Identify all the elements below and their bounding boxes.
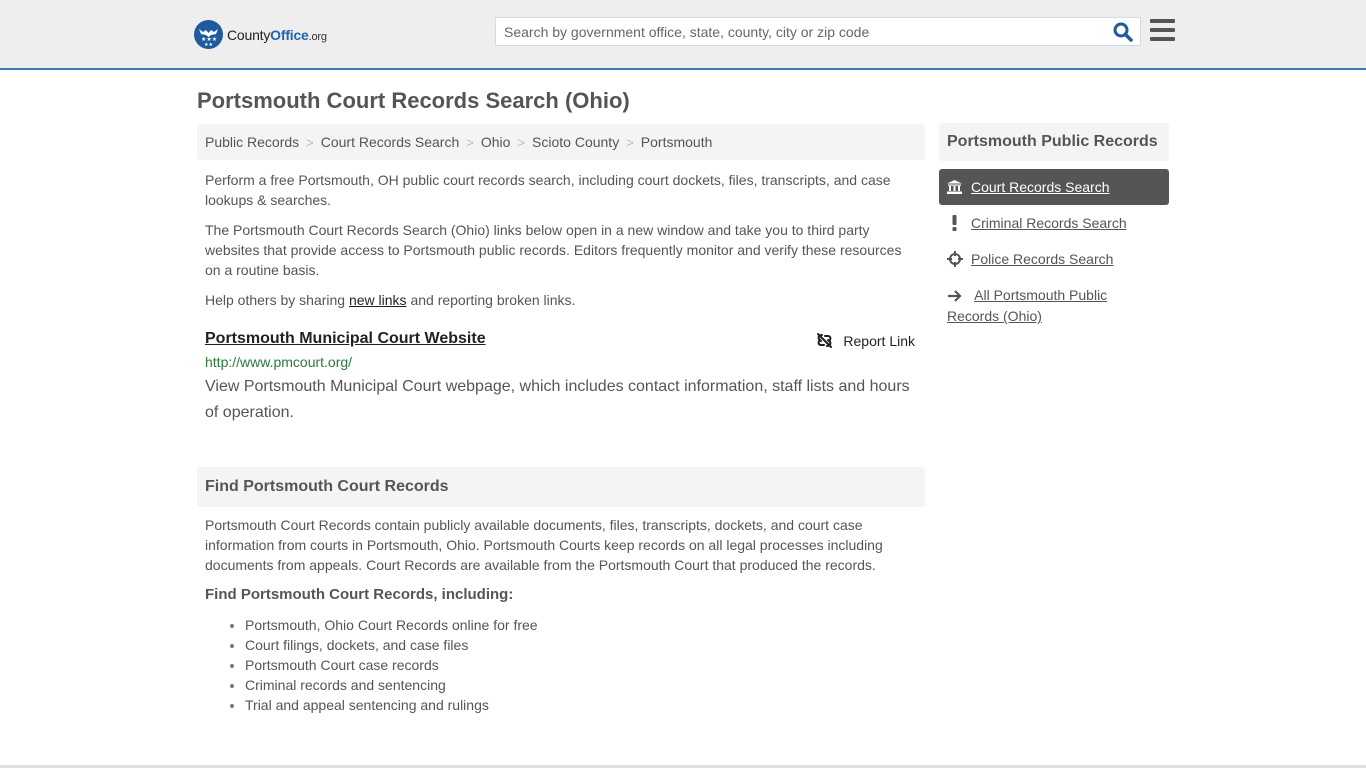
sidebar-heading: Portsmouth Public Records (939, 123, 1169, 161)
sidebar-item-label[interactable]: Court Records Search (971, 177, 1110, 197)
breadcrumb-separator: > (466, 134, 474, 150)
find-records-section: Portsmouth Court Records contain publicl… (205, 515, 915, 715)
breadcrumb-ohio[interactable]: Ohio (481, 134, 511, 150)
intro-paragraph-3: Help others by sharing new links and rep… (205, 292, 576, 308)
sidebar-item-label[interactable]: Criminal Records Search (971, 213, 1127, 233)
breadcrumb-separator: > (626, 134, 634, 150)
search-box (495, 17, 1141, 46)
breadcrumb-scioto-county[interactable]: Scioto County (532, 134, 619, 150)
sidebar-item-police-records[interactable]: Police Records Search (939, 241, 1169, 277)
find-records-list: Portsmouth, Ohio Court Records online fo… (245, 615, 915, 715)
find-records-subheading: Find Portsmouth Court Records, including… (205, 586, 514, 603)
list-item: Criminal records and sentencing (245, 675, 915, 695)
list-item: Court filings, dockets, and case files (245, 635, 915, 655)
arrow-right-icon (947, 286, 971, 306)
page-title: Portsmouth Court Records Search (Ohio) (197, 88, 630, 113)
eagle-stars-icon: ★★★ ★★ (194, 20, 223, 49)
search-input[interactable] (496, 18, 1106, 45)
crosshair-icon (947, 249, 971, 269)
sidebar-item-all-public-records[interactable]: All Portsmouth Public Records (Ohio) (939, 277, 1169, 334)
logo-text: CountyOffice.org (227, 26, 327, 43)
result-url: http://www.pmcourt.org/ (205, 354, 353, 370)
top-header: ★★★ ★★ CountyOffice.org (0, 0, 1366, 70)
result-item: Portsmouth Municipal Court Website Repor… (205, 330, 915, 426)
sidebar-item-court-records[interactable]: Court Records Search (939, 169, 1169, 205)
intro-paragraph-1: Perform a free Portsmouth, OH public cou… (205, 172, 891, 208)
intro-paragraph-2: The Portsmouth Court Records Search (Ohi… (205, 222, 902, 278)
breadcrumb-portsmouth[interactable]: Portsmouth (641, 134, 713, 150)
sidebar-item-criminal-records[interactable]: Criminal Records Search (939, 205, 1169, 241)
find-records-heading: Find Portsmouth Court Records (197, 467, 925, 507)
sidebar-item-label[interactable]: Police Records Search (971, 249, 1113, 269)
list-item: Portsmouth, Ohio Court Records online fo… (245, 615, 915, 635)
site-logo[interactable]: ★★★ ★★ CountyOffice.org (194, 20, 327, 49)
breadcrumb: Public Records > Court Records Search > … (197, 124, 925, 160)
find-records-body: Portsmouth Court Records contain publicl… (205, 517, 883, 573)
broken-link-icon (817, 333, 833, 348)
sidebar-item-label[interactable]: All Portsmouth Public Records (Ohio) (947, 287, 1107, 324)
new-links-link[interactable]: new links (349, 292, 407, 308)
report-link-label: Report Link (843, 332, 915, 349)
list-item: Portsmouth Court case records (245, 655, 915, 675)
report-link-button[interactable]: Report Link (816, 332, 915, 349)
breadcrumb-public-records[interactable]: Public Records (205, 134, 299, 150)
search-icon[interactable] (1112, 21, 1134, 43)
sidebar-nav: Court Records Search Criminal Records Se… (939, 169, 1169, 334)
result-description: View Portsmouth Municipal Court webpage,… (205, 378, 910, 421)
courthouse-icon (947, 177, 971, 197)
exclamation-icon (947, 213, 971, 233)
breadcrumb-separator: > (306, 134, 314, 150)
breadcrumb-court-records-search[interactable]: Court Records Search (321, 134, 460, 150)
result-title-link[interactable]: Portsmouth Municipal Court Website (205, 330, 486, 348)
svg-text:★★: ★★ (204, 42, 213, 48)
hamburger-menu-icon[interactable] (1150, 19, 1175, 41)
list-item: Trial and appeal sentencing and rulings (245, 695, 915, 715)
breadcrumb-separator: > (517, 134, 526, 150)
intro-text: Perform a free Portsmouth, OH public cou… (205, 170, 915, 320)
